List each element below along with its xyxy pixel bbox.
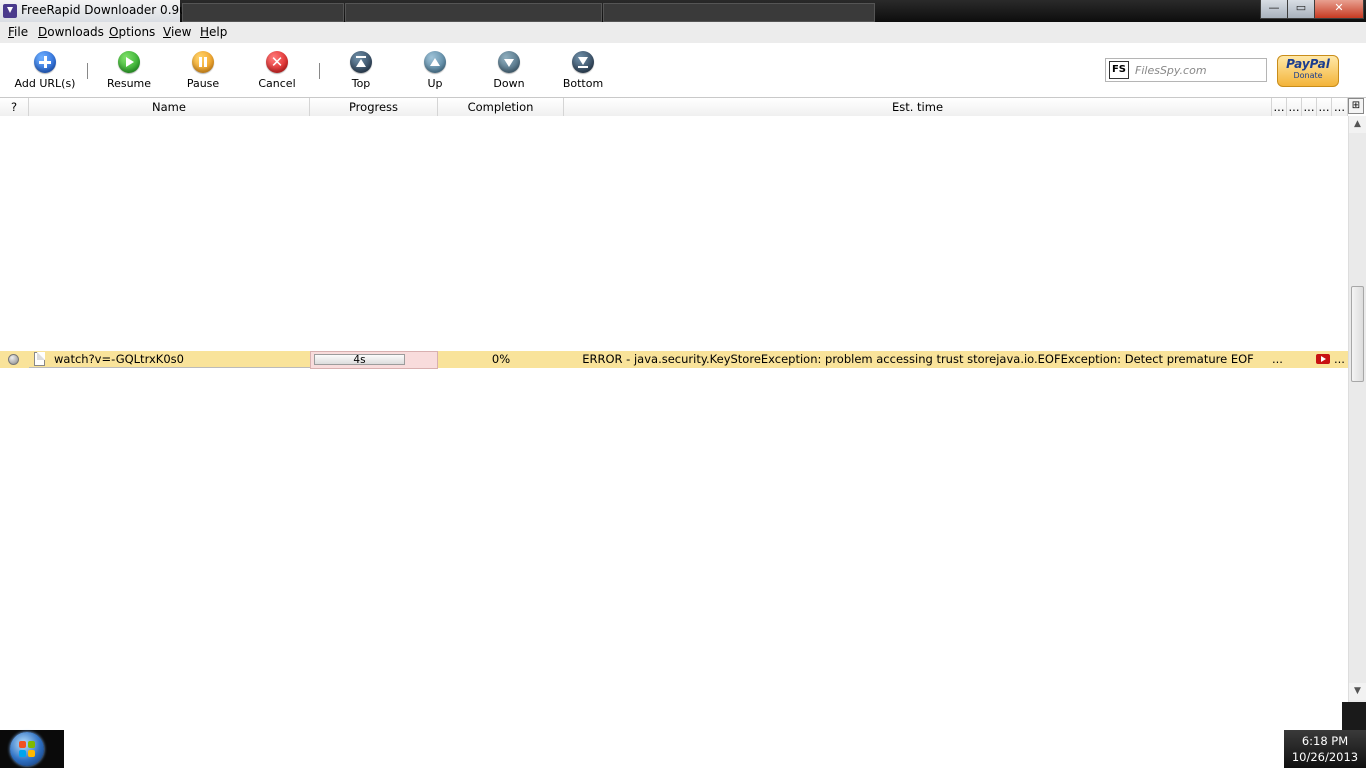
flag-yellow (28, 750, 35, 757)
completion-value: 0% (491, 352, 511, 366)
column-header-completion[interactable]: Completion (438, 98, 564, 116)
cancel-button[interactable]: ✕ Cancel (242, 49, 312, 93)
column-chooser-icon[interactable]: ⊞ (1348, 98, 1364, 114)
youtube-icon (1316, 354, 1330, 364)
paypal-logo: PayPal (1286, 57, 1330, 71)
table-header: ? Name Progress Completion Est. time ...… (0, 98, 1348, 117)
filesspy-search-input[interactable] (1133, 61, 1265, 79)
clock-time: 6:18 PM (1301, 734, 1349, 748)
desktop-edge (1342, 702, 1366, 730)
maximize-button[interactable]: ▭ (1287, 0, 1315, 19)
menu-help[interactable]: Help (200, 25, 227, 39)
progress-bar: 4s (314, 354, 405, 365)
windows-logo-icon (10, 732, 44, 766)
file-name: watch?v=-GQLtrxK0s0 (54, 352, 184, 366)
flag-red (19, 741, 26, 748)
start-button[interactable] (0, 730, 64, 768)
close-button[interactable]: ✕ (1314, 0, 1364, 19)
menu-options[interactable]: Options (109, 25, 155, 39)
move-down-button[interactable]: Down (474, 49, 544, 93)
status-icon (8, 354, 19, 365)
column-header-extra[interactable]: ... (1317, 98, 1332, 116)
toolbar-separator (87, 63, 88, 79)
window-title: FreeRapid Downloader 0.9u3 (21, 3, 195, 17)
table-row[interactable]: watch?v=-GQLtrxK0s0 4s 0% ERROR - java.s… (0, 351, 1348, 369)
column-header-name[interactable]: Name (29, 98, 310, 116)
flag-green (28, 741, 35, 748)
move-bottom-button[interactable]: Bottom (548, 49, 618, 93)
move-bottom-icon (572, 51, 594, 73)
scrollbar-thumb[interactable] (1351, 286, 1364, 382)
arrow-down-icon (498, 51, 520, 73)
move-top-icon (350, 51, 372, 73)
minimize-button[interactable]: — (1260, 0, 1288, 19)
toolbar: Add URL(s) Resume Pause ✕ Cancel Top Up … (0, 43, 1366, 98)
add-urls-label: Add URL(s) (14, 77, 76, 90)
filesspy-logo-icon: FS (1109, 61, 1129, 79)
column-header-extra[interactable]: ... (1302, 98, 1317, 116)
taskbar: 6:18 PM 10/26/2013 (0, 730, 1366, 768)
column-header-progress[interactable]: Progress (310, 98, 438, 116)
cancel-x-icon: ✕ (266, 51, 288, 73)
progress-label: 4s (353, 354, 366, 366)
menu-bar: File Downloads Options View Help (0, 22, 1366, 44)
paypal-donate-button[interactable]: PayPal Donate (1277, 55, 1339, 87)
menu-view[interactable]: View (163, 25, 191, 39)
column-header-status[interactable]: ? (0, 98, 29, 116)
resume-label: Resume (106, 77, 152, 90)
plus-icon (34, 51, 56, 73)
extra-value: ... (1334, 352, 1345, 366)
donate-label: Donate (1293, 71, 1323, 80)
filesspy-search-box[interactable]: FS (1105, 58, 1267, 82)
downloads-table[interactable]: watch?v=-GQLtrxK0s0 4s 0% ERROR - java.s… (0, 116, 1348, 702)
clock-date: 10/26/2013 (1291, 750, 1359, 764)
pause-label: Pause (186, 77, 220, 90)
move-top-button[interactable]: Top (326, 49, 396, 93)
vertical-scrollbar[interactable]: ▲ ▼ (1348, 116, 1366, 702)
add-urls-button[interactable]: Add URL(s) (10, 49, 80, 93)
move-up-button[interactable]: Up (400, 49, 470, 93)
column-header-extra[interactable]: ... (1332, 98, 1348, 116)
menu-file[interactable]: File (8, 25, 28, 39)
scroll-up-icon[interactable]: ▲ (1349, 116, 1366, 133)
toolbar-separator (319, 63, 320, 79)
bottom-label: Bottom (562, 77, 604, 90)
cancel-label: Cancel (258, 77, 296, 90)
background-window-tab[interactable] (603, 3, 875, 22)
down-label: Down (493, 77, 525, 90)
file-icon (34, 352, 45, 366)
scroll-down-icon[interactable]: ▼ (1349, 683, 1366, 700)
background-window-tab[interactable] (182, 3, 344, 22)
column-header-est-time[interactable]: Est. time (564, 98, 1272, 116)
column-header-extra[interactable]: ... (1272, 98, 1287, 116)
play-icon (118, 51, 140, 73)
arrow-up-icon (424, 51, 446, 73)
pause-button[interactable]: Pause (168, 49, 238, 93)
top-label: Top (351, 77, 371, 90)
title-bar: FreeRapid Downloader 0.9u3 — ▭ ✕ (0, 0, 1366, 22)
system-clock[interactable]: 6:18 PM 10/26/2013 (1284, 730, 1366, 768)
column-header-extra[interactable]: ... (1287, 98, 1302, 116)
resume-button[interactable]: Resume (94, 49, 164, 93)
background-window-tab[interactable] (345, 3, 602, 22)
status-bar (0, 702, 1366, 730)
est-time-value: ERROR - java.security.KeyStoreException:… (582, 352, 1254, 366)
extra-value: ... (1272, 352, 1283, 366)
app-title-area: FreeRapid Downloader 0.9u3 (0, 0, 194, 22)
pause-icon (192, 51, 214, 73)
app-download-icon[interactable] (3, 4, 17, 18)
flag-blue (19, 750, 26, 757)
menu-downloads[interactable]: Downloads (38, 25, 104, 39)
progress-cell: 4s (310, 351, 438, 369)
up-label: Up (427, 77, 443, 90)
